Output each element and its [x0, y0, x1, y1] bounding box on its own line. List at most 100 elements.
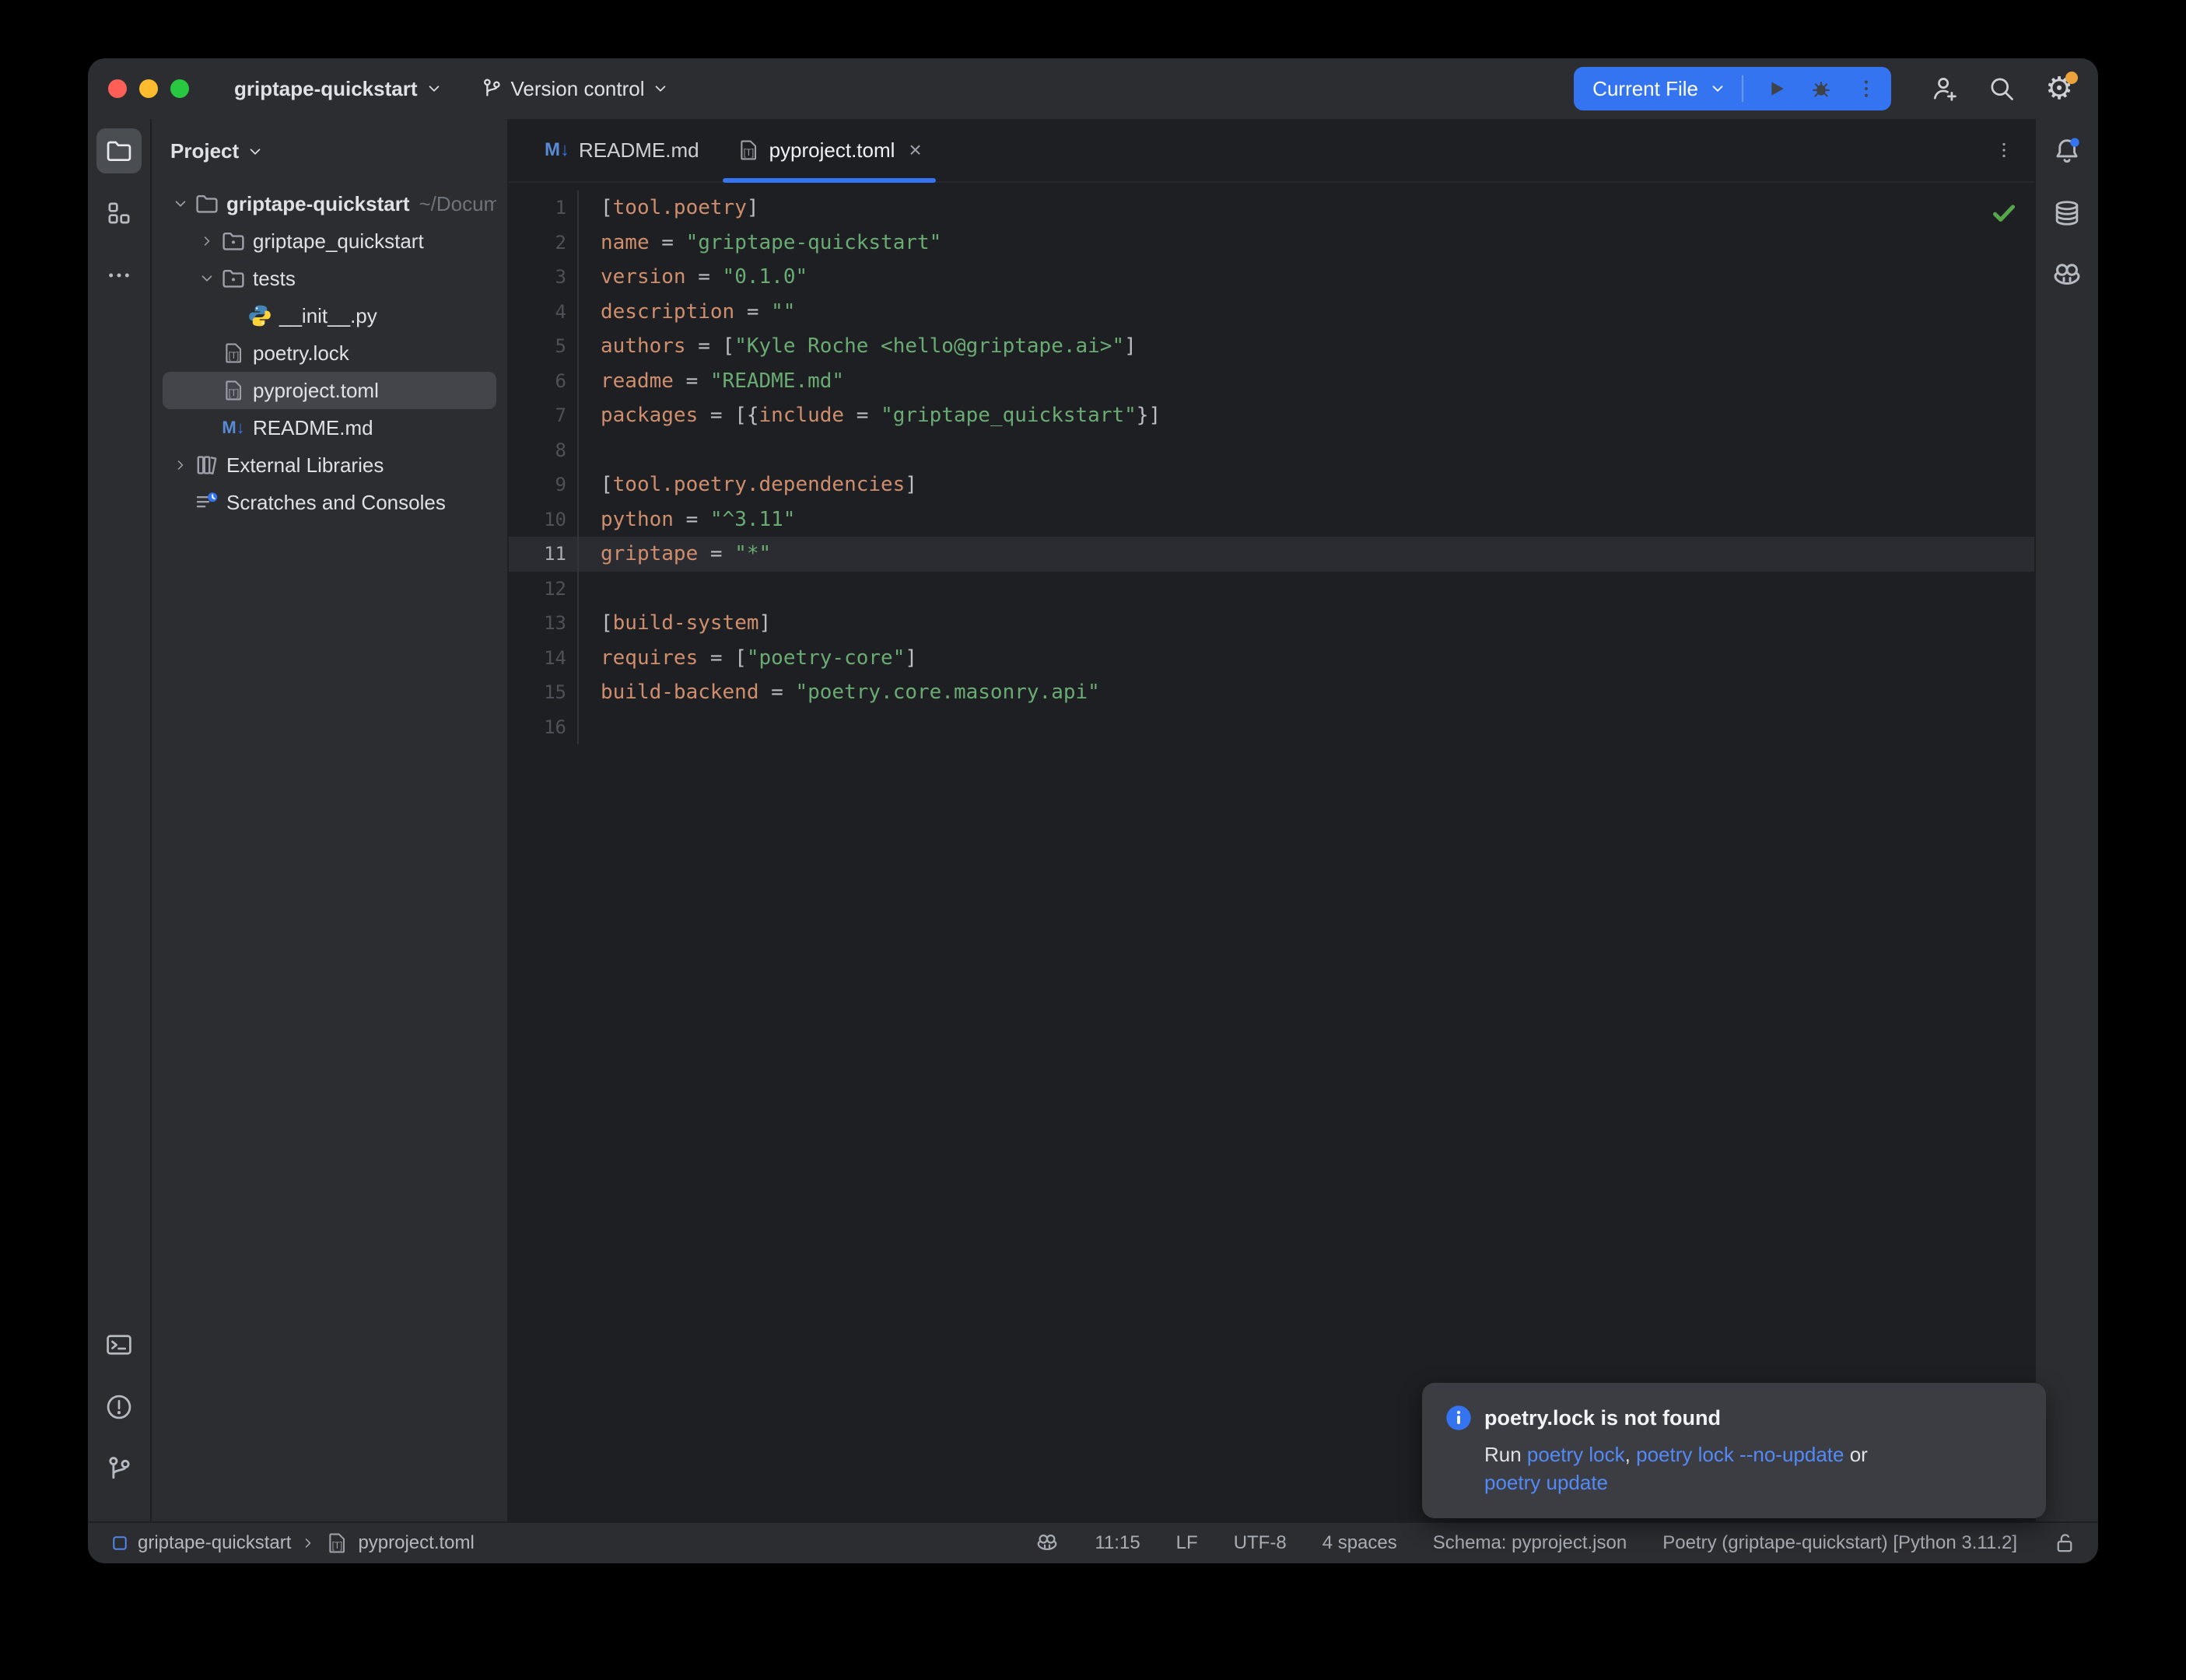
indent-widget[interactable]: 4 spaces	[1322, 1532, 1397, 1554]
editor-line-7[interactable]: 7packages = [{include = "griptape_quicks…	[509, 398, 2034, 433]
structure-toolwindow-button[interactable]	[96, 191, 142, 236]
search-everywhere-icon[interactable]	[1983, 70, 2020, 107]
editor-line-13[interactable]: 13[build-system]	[509, 606, 2034, 641]
tree-row-scratches-and-consoles[interactable]: Scratches and Consoles	[163, 484, 496, 521]
notification-text: Run	[1484, 1443, 1527, 1466]
chevron-down-icon	[247, 143, 264, 160]
tab-readme[interactable]: M↓ README.md	[526, 119, 718, 181]
editor-line-12[interactable]: 12	[509, 572, 2034, 607]
close-window-button[interactable]	[108, 79, 127, 98]
database-toolwindow-button[interactable]	[2044, 191, 2090, 236]
breadcrumb-file[interactable]: pyproject.toml	[358, 1532, 474, 1554]
terminal-toolwindow-button[interactable]	[96, 1322, 142, 1367]
vcs-widget[interactable]: Version control	[480, 77, 670, 101]
editor-line-4[interactable]: 4description = ""	[509, 295, 2034, 330]
chevron-right-icon[interactable]	[167, 457, 194, 473]
editor-line-3[interactable]: 3version = "0.1.0"	[509, 260, 2034, 295]
close-tab-icon[interactable]: ×	[909, 138, 921, 163]
line-number: 2	[509, 226, 579, 261]
editor-line-10[interactable]: 10python = "^3.11"	[509, 502, 2034, 537]
code-text: [tool.poetry]	[579, 191, 759, 226]
tree-row-tests[interactable]: tests	[163, 260, 496, 297]
vcs-toolwindow-button[interactable]	[96, 1447, 142, 1492]
editor-line-16[interactable]: 16	[509, 710, 2034, 745]
scratches-icon	[194, 490, 220, 515]
project-panel: Project griptape-quickstart~/Docume gript…	[152, 119, 509, 1521]
line-number: 10	[509, 502, 579, 537]
editor-line-6[interactable]: 6readme = "README.md"	[509, 364, 2034, 399]
editor-line-8[interactable]: 8	[509, 433, 2034, 468]
tree-row-poetry-lock[interactable]: [T]poetry.lock	[163, 334, 496, 372]
zoom-window-button[interactable]	[170, 79, 189, 98]
project-selector[interactable]: griptape-quickstart	[234, 77, 443, 101]
editor-line-2[interactable]: 2name = "griptape-quickstart"	[509, 226, 2034, 261]
tree-item-label: __init__.py	[279, 304, 377, 328]
line-number: 12	[509, 572, 579, 607]
line-ending-widget[interactable]: LF	[1176, 1532, 1198, 1554]
editor-line-11[interactable]: 11griptape = "*"	[509, 537, 2034, 572]
debug-button[interactable]	[1804, 72, 1838, 106]
minimize-window-button[interactable]	[139, 79, 158, 98]
caret-position-widget[interactable]: 11:15	[1095, 1532, 1140, 1554]
unlock-icon[interactable]	[2053, 1531, 2076, 1555]
run-config-selector[interactable]: Current File	[1592, 77, 1698, 101]
encoding-widget[interactable]: UTF-8	[1234, 1532, 1287, 1554]
chevron-down-icon[interactable]	[194, 270, 220, 287]
module-icon	[111, 1535, 128, 1552]
tree-item-label: External Libraries	[226, 453, 384, 478]
project-toolwindow-button[interactable]	[96, 128, 142, 173]
tree-row-pyproject-toml[interactable]: [T]pyproject.toml	[163, 372, 496, 409]
project-panel-header[interactable]: Project	[152, 119, 507, 180]
breadcrumb-project[interactable]: griptape-quickstart	[138, 1532, 291, 1554]
markdown-icon: M↓	[545, 139, 569, 161]
tab-label: README.md	[579, 138, 699, 163]
editor-line-9[interactable]: 9[tool.poetry.dependencies]	[509, 467, 2034, 502]
editor-line-5[interactable]: 5authors = ["Kyle Roche <hello@griptape.…	[509, 329, 2034, 364]
code-text	[579, 572, 601, 607]
code-text: readme = "README.md"	[579, 364, 844, 399]
chevron-down-icon	[426, 80, 443, 97]
chevron-down-icon[interactable]	[1709, 80, 1726, 97]
more-toolwindows-button[interactable]	[96, 253, 142, 298]
problems-toolwindow-button[interactable]	[96, 1384, 142, 1430]
settings-gear-icon[interactable]: ⚙	[2041, 70, 2078, 107]
tab-pyproject[interactable]: [T] pyproject.toml ×	[718, 119, 941, 181]
vcs-label: Version control	[511, 77, 645, 101]
run-button[interactable]	[1759, 72, 1793, 106]
tree-row-external-libraries[interactable]: External Libraries	[163, 446, 496, 484]
main-area: Project griptape-quickstart~/Docume gript…	[88, 119, 2098, 1521]
line-number: 15	[509, 675, 579, 710]
editor-line-15[interactable]: 15build-backend = "poetry.core.masonry.a…	[509, 675, 2034, 710]
notification-link[interactable]: poetry lock	[1527, 1443, 1625, 1466]
library-icon	[194, 453, 220, 478]
notification-link[interactable]: poetry update	[1484, 1471, 1608, 1494]
copilot-status-icon[interactable]	[1035, 1531, 1059, 1555]
tree-row-griptape-quickstart[interactable]: griptape_quickstart	[163, 222, 496, 260]
editor-line-14[interactable]: 14requires = ["poetry-core"]	[509, 641, 2034, 676]
code-text	[579, 710, 601, 745]
notification-link[interactable]: poetry lock --no-update	[1636, 1443, 1844, 1466]
tree-item-label: griptape_quickstart	[253, 229, 424, 254]
tree-item-label: Scratches and Consoles	[226, 491, 446, 515]
ai-assistant-toolwindow-button[interactable]	[2044, 253, 2090, 298]
notification-balloon[interactable]: poetry.lock is not found Run poetry lock…	[1422, 1383, 2046, 1518]
chevron-right-icon[interactable]	[194, 233, 220, 249]
inspections-ok-icon[interactable]	[1991, 200, 2017, 226]
more-run-options-button[interactable]	[1849, 72, 1883, 106]
schema-widget[interactable]: Schema: pyproject.json	[1433, 1532, 1627, 1554]
tree-item-label: tests	[253, 267, 296, 291]
tree-row-readme-md[interactable]: M↓README.md	[163, 409, 496, 446]
code-editor[interactable]: 1[tool.poetry]2name = "griptape-quicksta…	[509, 183, 2034, 1521]
chevron-down-icon[interactable]	[167, 195, 194, 212]
titlebar-actions: ⚙	[1925, 70, 2078, 107]
notifications-bell-icon[interactable]	[2044, 128, 2090, 173]
toml-file-icon: [T]	[325, 1531, 349, 1555]
tree-row--init-py[interactable]: __init__.py	[163, 297, 496, 334]
code-text: packages = [{include = "griptape_quickst…	[579, 398, 1161, 433]
tree-row-griptape-quickstart[interactable]: griptape-quickstart~/Docume	[163, 185, 496, 222]
tab-options-icon[interactable]	[1994, 119, 2034, 181]
interpreter-widget[interactable]: Poetry (griptape-quickstart) [Python 3.1…	[1662, 1532, 2017, 1554]
editor-line-1[interactable]: 1[tool.poetry]	[509, 191, 2034, 226]
code-with-me-icon[interactable]	[1925, 70, 1963, 107]
code-text: griptape = "*"	[579, 537, 771, 572]
